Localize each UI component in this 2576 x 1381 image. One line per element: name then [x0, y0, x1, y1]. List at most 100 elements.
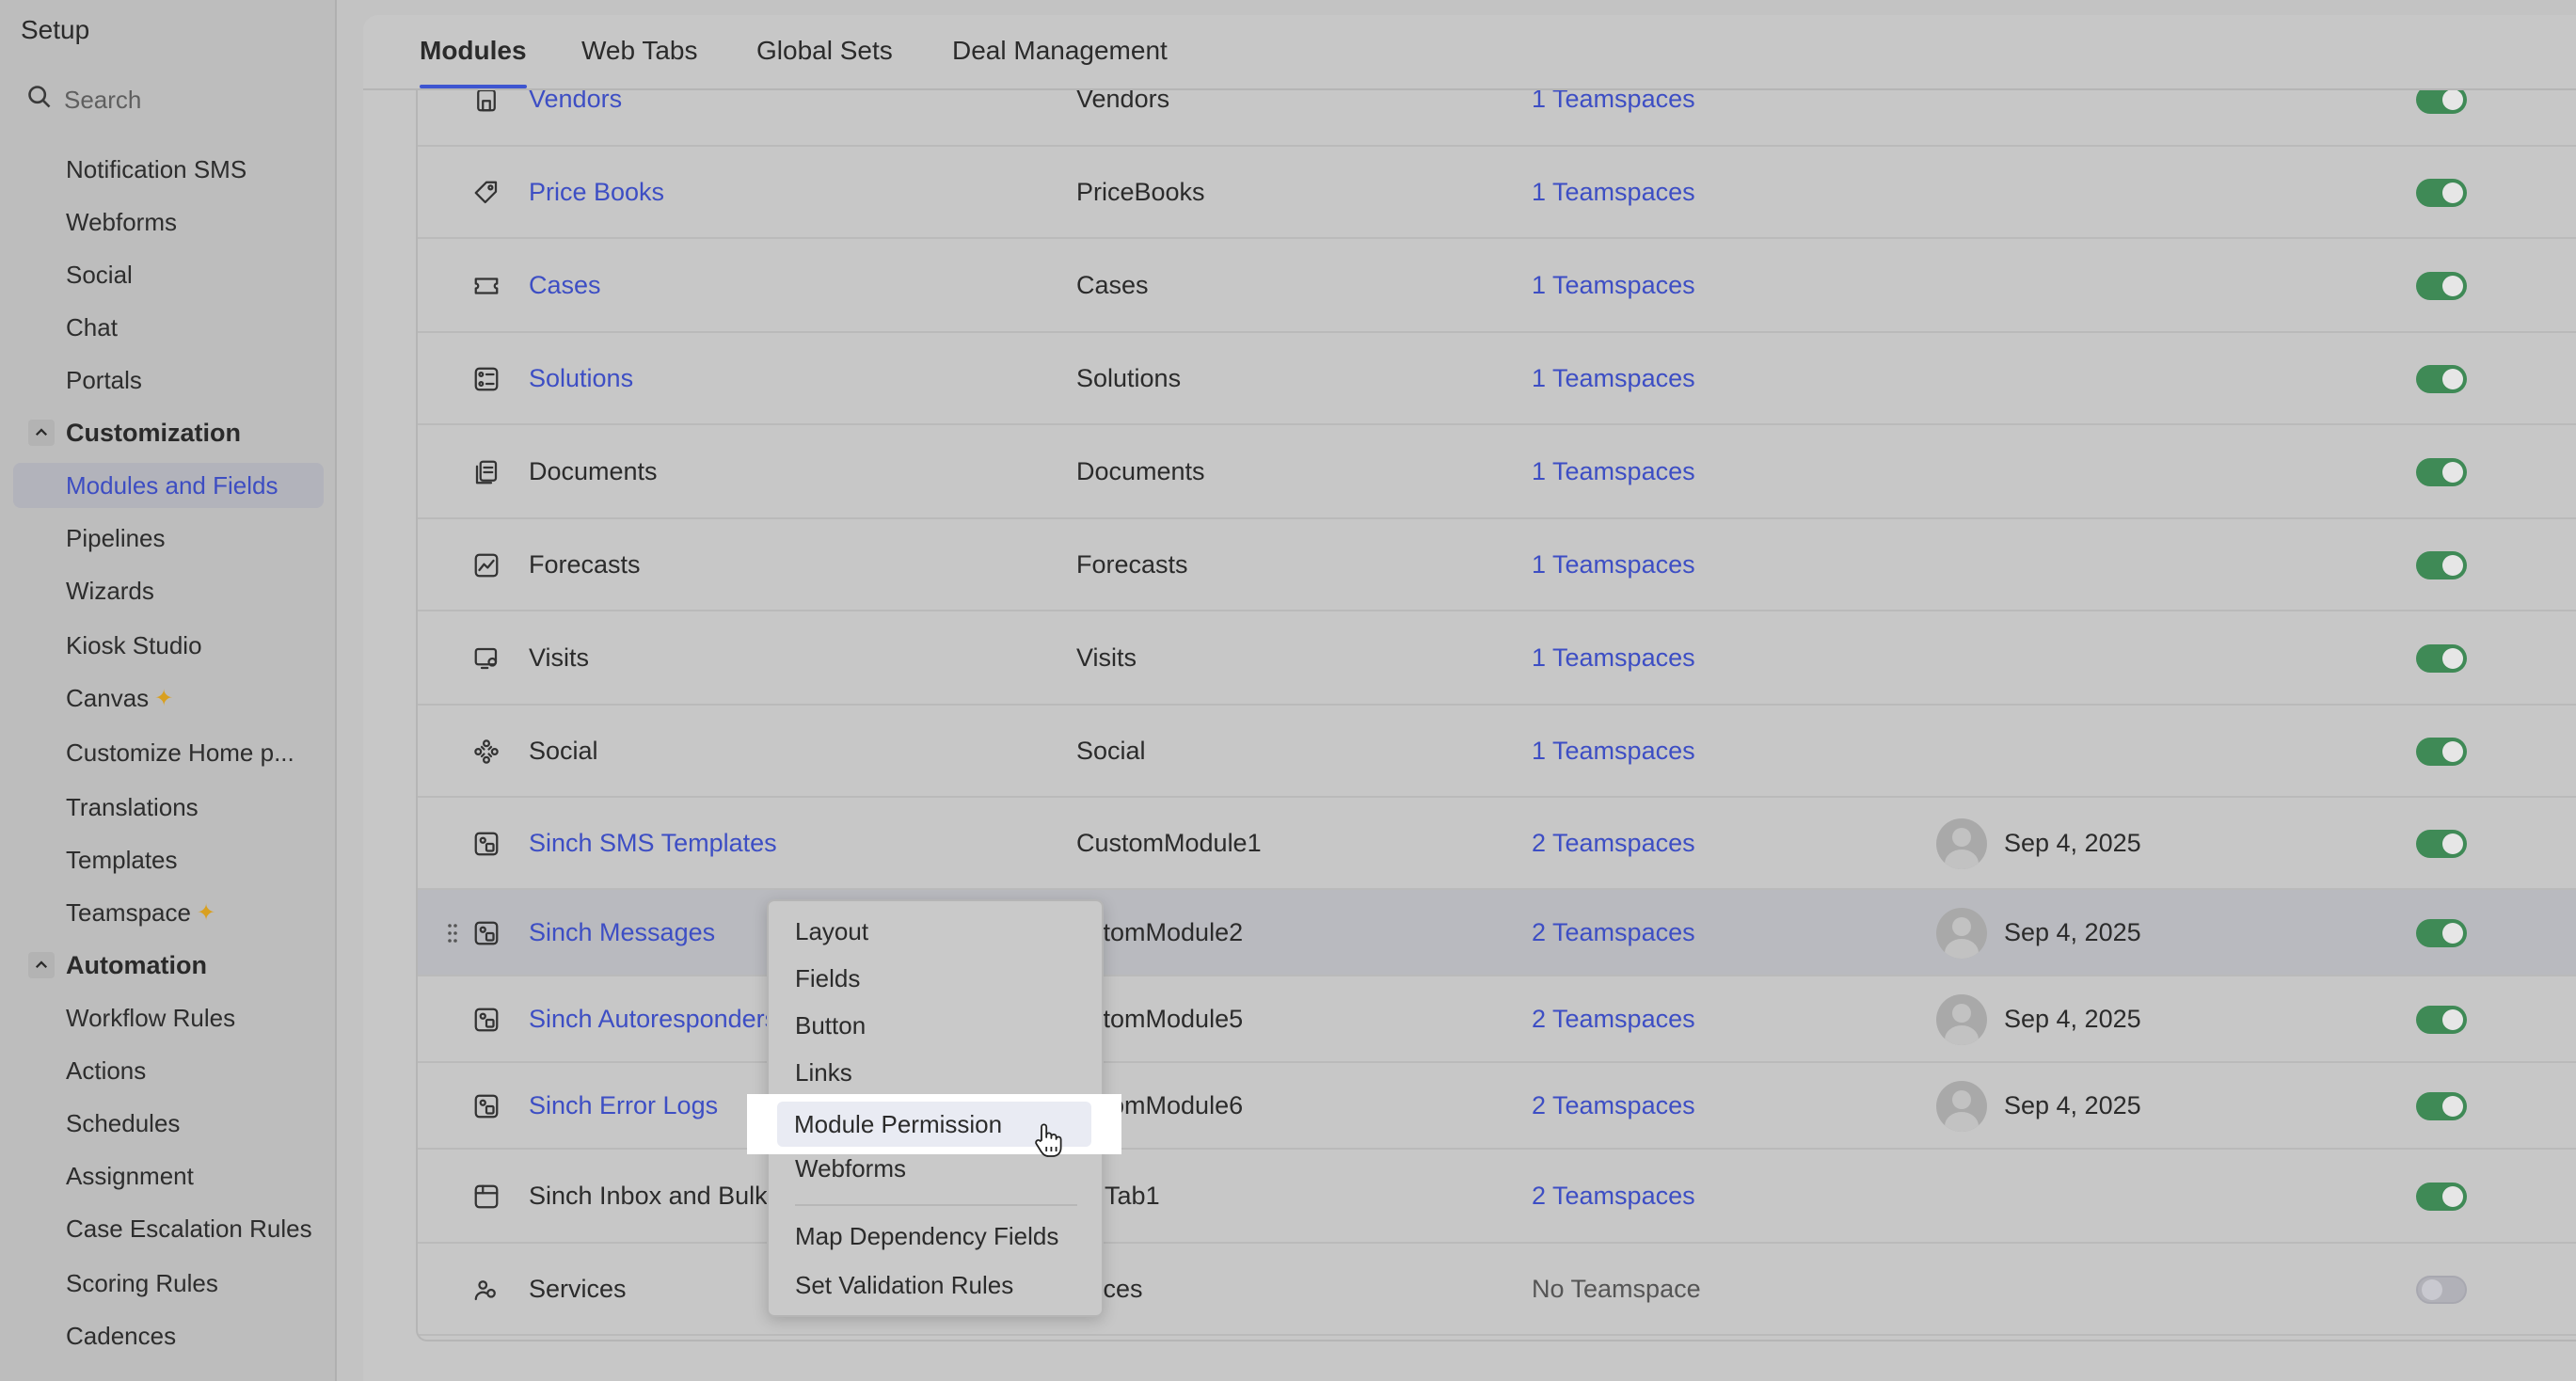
sidebar-item-case-escalation-rules[interactable]: Case Escalation Rules — [13, 1206, 324, 1251]
chevron-up-icon[interactable] — [28, 420, 55, 446]
teamspaces-link[interactable]: 2 Teamspaces — [1532, 918, 1695, 947]
teamspaces-link: No Teamspace — [1532, 1275, 1701, 1303]
table-row[interactable]: Vendors Vendors 1 Teamspaces — [418, 90, 2576, 147]
teamspaces-link[interactable]: 2 Teamspaces — [1532, 1091, 1695, 1120]
teamspaces-link[interactable]: 1 Teamspaces — [1532, 178, 1695, 207]
table-row[interactable]: Social Social 1 Teamspaces — [418, 706, 2576, 798]
teamspaces-link[interactable]: 1 Teamspaces — [1532, 457, 1695, 486]
sidebar-item-pipelines[interactable]: Pipelines — [13, 516, 324, 561]
module-name[interactable]: Sinch SMS Templates — [529, 829, 777, 858]
teamspaces-link[interactable]: 1 Teamspaces — [1532, 271, 1695, 300]
module-toggle[interactable] — [2416, 1276, 2467, 1304]
table-row[interactable]: Sinch SMS Templates CustomModule1 2 Teamsp… — [418, 798, 2576, 890]
table-row[interactable]: Forecasts Forecasts 1 Teamspaces — [418, 519, 2576, 611]
search-input[interactable]: Search — [26, 81, 141, 119]
modified-date: Sep 4, 2025 — [2004, 918, 2141, 946]
documents-icon — [472, 458, 501, 486]
sidebar-item-canvas[interactable]: Canvas ✦ — [13, 675, 324, 721]
table-row[interactable]: Documents Documents 1 Teamspaces — [418, 425, 2576, 519]
sidebar-section-customization[interactable]: Customization — [13, 410, 324, 455]
menu-item-map-dependency-fields[interactable]: Map Dependency Fields — [769, 1215, 1102, 1257]
tab-web-tabs[interactable]: Web Tabs — [581, 36, 697, 88]
sidebar-item-kiosk-studio[interactable]: Kiosk Studio — [13, 623, 324, 668]
solutions-icon — [472, 365, 501, 393]
module-name[interactable]: Solutions — [529, 364, 633, 393]
avatar — [1936, 818, 1987, 869]
avatar — [1936, 908, 1987, 959]
module-name[interactable]: Sinch Error Logs — [529, 1091, 718, 1120]
module-toggle[interactable] — [2416, 551, 2467, 579]
sidebar-section-automation[interactable]: Automation — [13, 943, 324, 988]
teamspaces-link[interactable]: 1 Teamspaces — [1532, 364, 1695, 393]
module-toggle[interactable] — [2416, 179, 2467, 207]
table-row[interactable]: Services rvices No Teamspace — [418, 1244, 2576, 1336]
tab-deal-management[interactable]: Deal Management — [952, 36, 1168, 88]
sidebar-item-chat[interactable]: Chat — [13, 305, 324, 350]
teamspaces-link[interactable]: 1 Teamspaces — [1532, 90, 1695, 114]
sidebar-item-schedules[interactable]: Schedules — [13, 1101, 324, 1146]
module-toggle[interactable] — [2416, 1092, 2467, 1120]
menu-item-button[interactable]: Button — [769, 1005, 1102, 1046]
avatar — [1936, 994, 1987, 1045]
module-name[interactable]: Price Books — [529, 178, 664, 207]
sidebar-item-portals[interactable]: Portals — [13, 357, 324, 403]
tab-global-sets[interactable]: Global Sets — [756, 36, 893, 88]
sidebar-item-translations[interactable]: Translations — [13, 785, 324, 830]
module-toggle[interactable] — [2416, 644, 2467, 673]
table-row[interactable]: Sinch Inbox and Bulk SebTab1 2 Teamspaces — [418, 1150, 2576, 1244]
module-toggle[interactable] — [2416, 365, 2467, 393]
teamspaces-link[interactable]: 2 Teamspaces — [1532, 1182, 1695, 1211]
table-row[interactable]: Price Books PriceBooks 1 Teamspaces — [418, 147, 2576, 239]
drag-handle-icon[interactable] — [446, 922, 459, 944]
teamspaces-link[interactable]: 1 Teamspaces — [1532, 737, 1695, 766]
module-name[interactable]: Vendors — [529, 90, 622, 114]
module-toggle[interactable] — [2416, 1006, 2467, 1034]
module-toggle[interactable] — [2416, 458, 2467, 486]
sidebar-item-scoring-rules[interactable]: Scoring Rules — [13, 1261, 324, 1306]
table-row[interactable]: Sinch Autoresponders ustomModule5 2 Teamsp… — [418, 976, 2576, 1063]
sidebar-item-webforms[interactable]: Webforms — [13, 199, 324, 245]
module-toggle[interactable] — [2416, 830, 2467, 858]
sidebar-item-cadences[interactable]: Cadences — [13, 1313, 324, 1358]
module-toggle[interactable] — [2416, 919, 2467, 947]
module-toggle[interactable] — [2416, 90, 2467, 114]
menu-item-set-validation-rules[interactable]: Set Validation Rules — [769, 1264, 1102, 1306]
module-name[interactable]: Sinch Messages — [529, 918, 715, 947]
menu-item-fields[interactable]: Fields — [769, 958, 1102, 999]
building-icon — [472, 90, 501, 114]
api-name: CustomModule1 — [1076, 829, 1262, 857]
sidebar-item-templates[interactable]: Templates — [13, 837, 324, 882]
sidebar-item-modules-and-fields[interactable]: Modules and Fields — [13, 463, 324, 508]
sidebar-item-wizards[interactable]: Wizards — [13, 568, 324, 613]
table-row[interactable]: Solutions Solutions 1 Teamspaces — [418, 333, 2576, 425]
sidebar-title: Setup — [21, 15, 90, 44]
sidebar-item-social[interactable]: Social — [13, 252, 324, 297]
menu-item-layout[interactable]: Layout — [769, 911, 1102, 952]
module-toggle[interactable] — [2416, 272, 2467, 300]
tab-bar: Modules Web Tabs Global Sets Deal Manage… — [363, 15, 2576, 90]
module-name[interactable]: Sinch Autoresponders — [529, 1005, 777, 1034]
chevron-up-icon[interactable] — [28, 952, 55, 978]
table-row[interactable]: Visits Visits 1 Teamspaces — [418, 611, 2576, 706]
modified-date: Sep 4, 2025 — [2004, 1091, 2141, 1119]
table-row[interactable]: Sinch Error Logs ustomModule6 2 Teamspaces… — [418, 1063, 2576, 1150]
teamspaces-link[interactable]: 1 Teamspaces — [1532, 643, 1695, 673]
sidebar-item-assignment[interactable]: Assignment — [13, 1153, 324, 1198]
sidebar-item-actions[interactable]: Actions — [13, 1048, 324, 1093]
sidebar-item-notification-sms[interactable]: Notification SMS — [13, 147, 324, 192]
table-row[interactable]: Cases Cases 1 Teamspaces — [418, 239, 2576, 333]
teamspaces-link[interactable]: 2 Teamspaces — [1532, 1005, 1695, 1034]
sidebar-item-workflow-rules[interactable]: Workflow Rules — [13, 995, 324, 1040]
module-toggle[interactable] — [2416, 738, 2467, 766]
sidebar-item-teamspace[interactable]: Teamspace ✦ — [13, 890, 324, 935]
table-row[interactable]: Sinch Messages···ustomModule22 Teamspace… — [418, 890, 2576, 976]
teamspaces-link[interactable]: 2 Teamspaces — [1532, 829, 1695, 858]
tab-modules[interactable]: Modules — [420, 36, 527, 88]
api-name: PriceBooks — [1076, 178, 1205, 206]
search-placeholder: Search — [64, 85, 142, 114]
module-toggle[interactable] — [2416, 1183, 2467, 1211]
module-name[interactable]: Cases — [529, 271, 601, 300]
teamspaces-link[interactable]: 1 Teamspaces — [1532, 550, 1695, 579]
menu-item-links[interactable]: Links — [769, 1052, 1102, 1093]
sidebar-item-customize-home[interactable]: Customize Home p... — [13, 730, 324, 775]
